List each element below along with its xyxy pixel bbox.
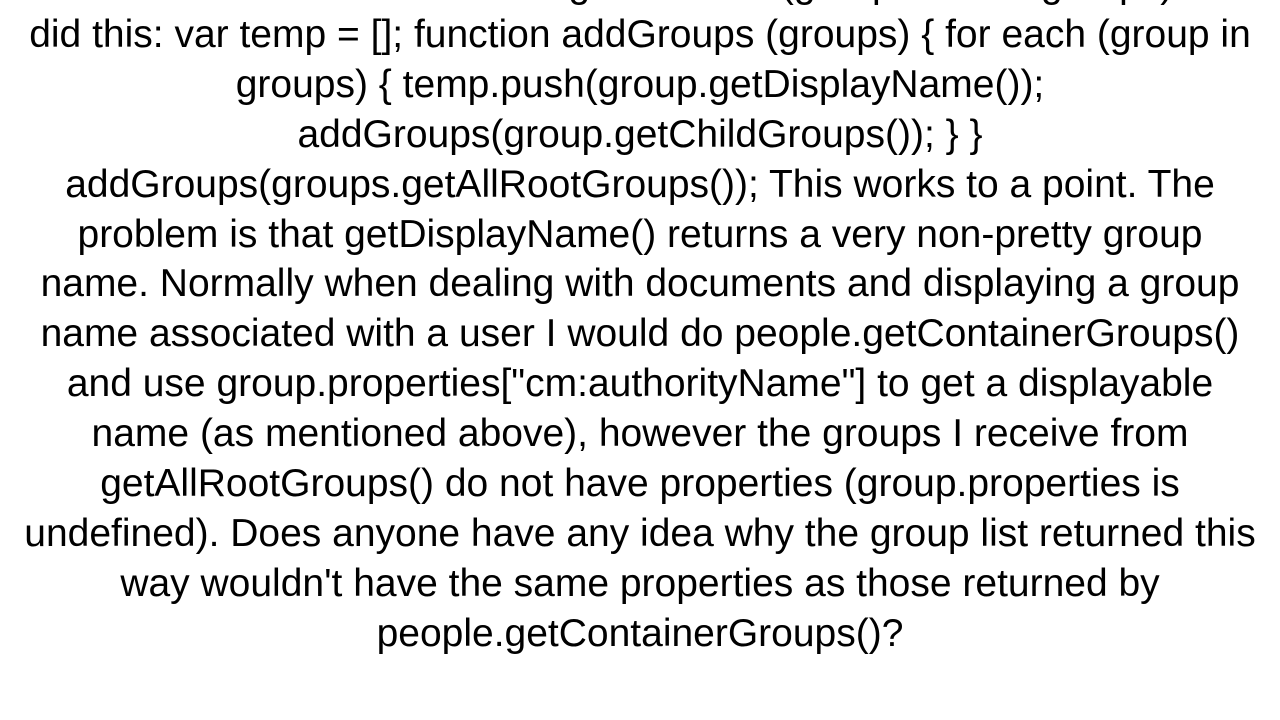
document-body: I needed a recursive search to get them … (10, 0, 1270, 659)
body-text: I needed a recursive search to get them … (24, 0, 1255, 655)
